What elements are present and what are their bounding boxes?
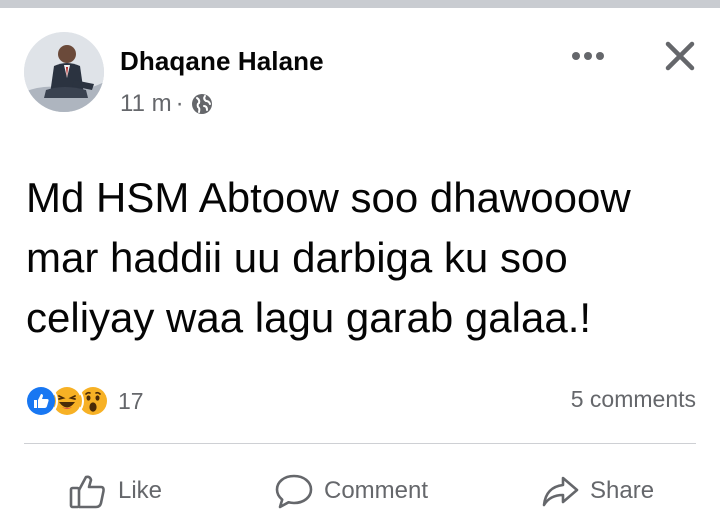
- share-icon: [540, 471, 580, 511]
- top-strip: [0, 0, 720, 8]
- like-button[interactable]: Like: [68, 460, 162, 522]
- post-time[interactable]: 11 m: [120, 90, 172, 118]
- share-label: Share: [590, 477, 655, 504]
- divider: [24, 443, 696, 444]
- close-icon: [665, 41, 695, 71]
- thumbs-up-icon: [68, 471, 108, 511]
- comment-icon: [274, 471, 314, 511]
- avatar-photo: [24, 32, 104, 112]
- avatar[interactable]: [24, 32, 104, 112]
- reaction-count: 17: [118, 387, 144, 414]
- like-label: Like: [118, 477, 163, 504]
- reaction-summary[interactable]: 17: [24, 384, 144, 418]
- like-reaction-icon: [24, 384, 58, 418]
- comments-count[interactable]: 5 comments: [571, 386, 696, 413]
- more-options-button[interactable]: [566, 38, 610, 74]
- close-button[interactable]: [656, 34, 704, 78]
- post-text-line: celiyay waa lagu garab galaa.!: [26, 294, 592, 341]
- share-button[interactable]: Share: [540, 460, 654, 522]
- post-text: Md HSM Abtoow soo dhawooow mar haddii uu…: [26, 168, 706, 348]
- post-actions: Like Comment Share: [0, 460, 720, 522]
- comment-button[interactable]: Comment: [274, 460, 428, 522]
- meta-separator: ·: [175, 90, 184, 117]
- author-name[interactable]: Dhaqane Halane: [120, 46, 324, 77]
- globe-icon[interactable]: [190, 92, 214, 116]
- post-text-line: mar haddii uu darbiga ku soo: [26, 234, 568, 281]
- post-meta: 11 m ·: [120, 90, 214, 118]
- post-text-line: Md HSM Abtoow soo dhawooow: [26, 174, 631, 221]
- comment-label: Comment: [324, 477, 429, 504]
- more-horizontal-icon: [572, 52, 604, 60]
- post-header: Dhaqane Halane 11 m ·: [0, 8, 720, 118]
